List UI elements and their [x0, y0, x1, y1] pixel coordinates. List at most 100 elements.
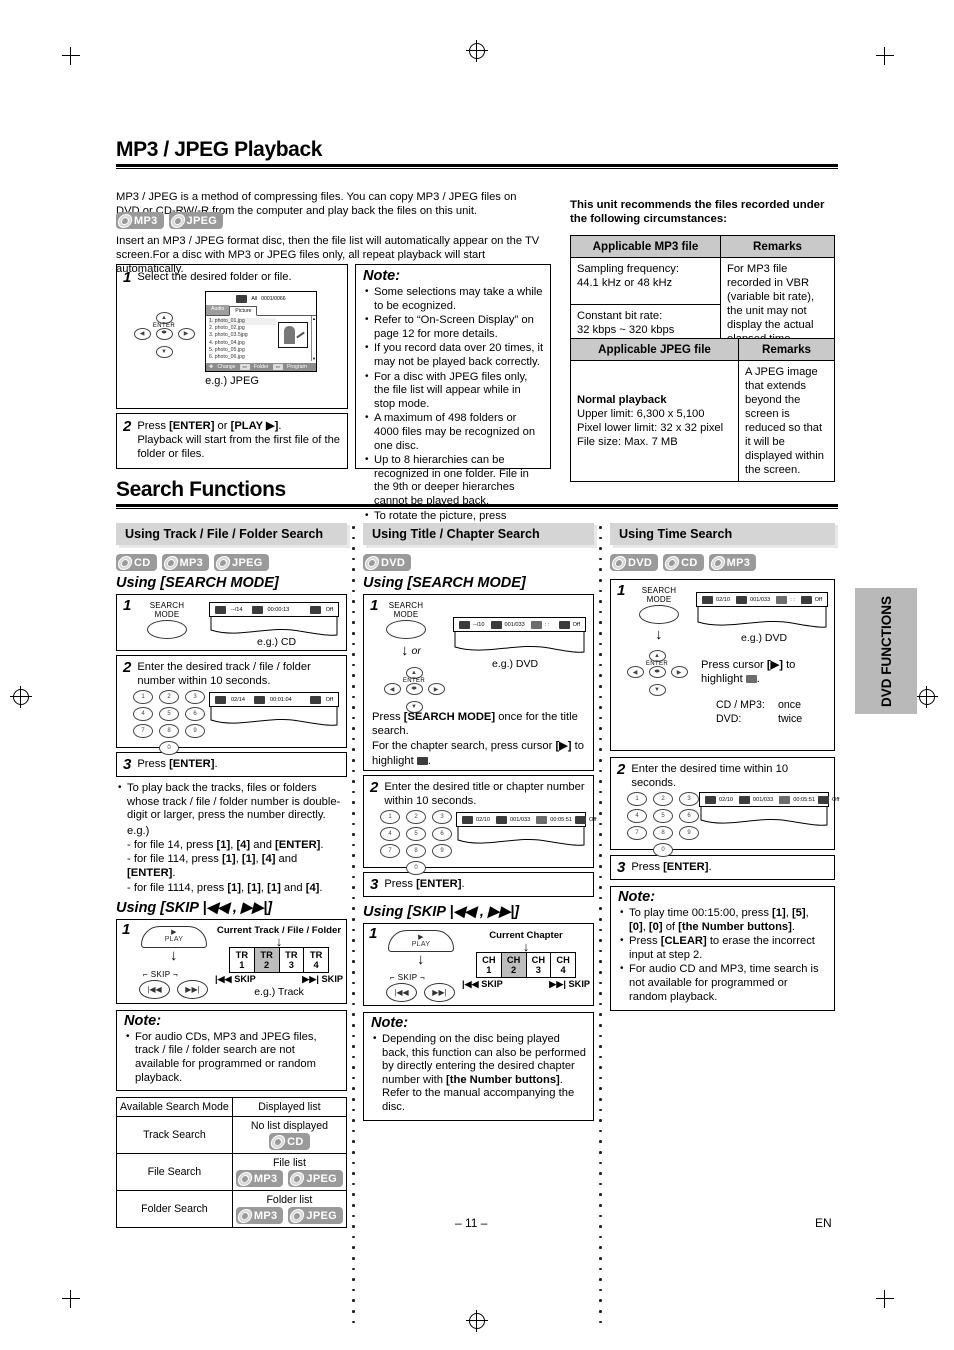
- tab-picture[interactable]: Picture: [229, 306, 258, 316]
- left-step2-box: 2 Enter the desired track / file / folde…: [116, 655, 347, 755]
- number-key-9[interactable]: 9: [185, 724, 205, 738]
- play-key-icon[interactable]: ▶ PLAY: [141, 925, 207, 948]
- tv-scrollbar[interactable]: ▲ ▼: [311, 316, 316, 362]
- or-label: or: [214, 420, 231, 432]
- mid-note-box: Note: Depending on the disc being played…: [363, 1012, 594, 1121]
- eg-line-file-1114: - for file 1114, press [1], [1], [1] and…: [127, 881, 323, 894]
- number-key-5[interactable]: 5: [653, 809, 673, 823]
- play-key-icon[interactable]: ▶ PLAY: [388, 930, 454, 952]
- step-text: Press [ENTER].: [631, 860, 711, 875]
- cursor-up-icon: ▲: [155, 311, 173, 324]
- disc-badge-jpeg: JPEG: [168, 212, 224, 229]
- play-button[interactable]: ▶ PLAY: [388, 930, 454, 952]
- number-key-1[interactable]: 1: [627, 792, 647, 806]
- subheading-using-skip: Using [SKIP |◀◀ , ▶▶|]: [116, 899, 273, 916]
- number-key-0[interactable]: 0: [406, 861, 426, 875]
- number-key-0[interactable]: 0: [653, 843, 673, 857]
- skip-right-label: ▶▶| SKIP: [549, 979, 590, 989]
- note-title: Note:: [124, 1012, 162, 1029]
- note-item: For a disc with JPEG files only, the fil…: [365, 370, 544, 412]
- number-key-8[interactable]: 8: [406, 844, 426, 858]
- cursor-left-icon[interactable]: ◀: [383, 683, 401, 695]
- press-label: Press cursor: [701, 659, 767, 671]
- chapter-bar: CH 1 CH 2 CH 3 CH 4: [476, 952, 576, 978]
- number-key-8[interactable]: 8: [653, 826, 673, 840]
- list-item[interactable]: 5. photo_05.jpg: [209, 347, 276, 354]
- badge-label: MP3: [253, 1172, 278, 1185]
- tab-audio[interactable]: Audio: [206, 305, 230, 315]
- number-key-2[interactable]: 2: [406, 810, 426, 824]
- osd-track: 02/14: [231, 696, 245, 703]
- list-item[interactable]: 4. photo_04.jpg: [209, 340, 276, 347]
- cursor-right-ref: [▶]: [555, 740, 572, 753]
- skip-forward-key-icon[interactable]: ▶▶|: [177, 979, 208, 999]
- spec-line: Pixel lower limit: 32 x 32 pixel: [577, 422, 724, 434]
- skip-back-key-icon[interactable]: |◀◀: [139, 979, 170, 999]
- list-item[interactable]: 2. photo_02.jpg: [209, 325, 276, 332]
- number-key-7[interactable]: 7: [380, 844, 400, 858]
- cursor-right-icon[interactable]: ▶: [670, 666, 688, 678]
- play-button[interactable]: ▶ PLAY: [141, 925, 207, 948]
- number-buttons-pad[interactable]: 1 2 3 4 5 6 7 8 9 0: [627, 792, 701, 857]
- number-key-7[interactable]: 7: [133, 724, 153, 738]
- cursor-left-icon[interactable]: ◀: [626, 666, 644, 678]
- list-item[interactable]: 6. photo_06.jpg: [209, 354, 276, 361]
- skip-back-key-icon[interactable]: |◀◀: [386, 983, 417, 1002]
- cursor-right-icon[interactable]: ▶: [427, 683, 445, 695]
- track-icon: [215, 695, 226, 704]
- number-key-6[interactable]: 6: [185, 707, 205, 721]
- number-key-9[interactable]: 9: [679, 826, 699, 840]
- badge-label: CD: [681, 556, 698, 569]
- scroll-up-icon[interactable]: ▲: [312, 316, 316, 321]
- osd-chapter: 001/033: [750, 596, 771, 603]
- step-text: Enter the desired track / file / folder …: [137, 661, 311, 688]
- step-number: 1: [370, 597, 379, 614]
- number-key-0[interactable]: 0: [159, 741, 179, 755]
- number-buttons-pad[interactable]: 1 2 3 4 5 6 7 8 9 0: [133, 690, 207, 755]
- step1-caption: e.g.) JPEG: [205, 375, 259, 388]
- enter-key-icon[interactable]: ⬬: [648, 666, 666, 678]
- number-key-5[interactable]: 5: [159, 707, 179, 721]
- number-key-9[interactable]: 9: [432, 844, 452, 858]
- number-key-3[interactable]: 3: [679, 792, 699, 806]
- osd-track: --/14: [231, 606, 243, 613]
- chapter-cell: CH 4: [556, 955, 570, 975]
- step-number: 1: [617, 582, 626, 599]
- number-key-3[interactable]: 3: [185, 690, 205, 704]
- number-key-2[interactable]: 2: [653, 792, 673, 806]
- cell-remarks-mp3: For MP3 file recorded in VBR (variable b…: [720, 257, 835, 351]
- number-key-7[interactable]: 7: [627, 826, 647, 840]
- cursor-down-icon[interactable]: ▼: [648, 684, 666, 696]
- number-key-4[interactable]: 4: [627, 809, 647, 823]
- osd-ribbon-tail: [697, 607, 827, 628]
- search-mode-key-icon[interactable]: [147, 620, 187, 639]
- number-key-5[interactable]: 5: [406, 827, 426, 841]
- scroll-down-icon[interactable]: ▼: [312, 356, 316, 361]
- skip-forward-key-icon[interactable]: ▶▶|: [424, 983, 455, 1002]
- search-mode-key-icon[interactable]: [639, 605, 679, 624]
- osd-bar: --/10 001/033 : : Off: [453, 617, 586, 632]
- jpeg-applicable-table: Applicable JPEG file Remarks Normal play…: [570, 338, 835, 482]
- number-buttons-pad[interactable]: 1 2 3 4 5 6 7 8 9 0: [380, 810, 454, 875]
- dvd-label: DVD:: [716, 713, 742, 725]
- number-key-8[interactable]: 8: [159, 724, 179, 738]
- enter-key-icon[interactable]: ⬬: [405, 683, 423, 695]
- number-key-2[interactable]: 2: [159, 690, 179, 704]
- cell-remarks-jpeg: A JPEG image that extends beyond the scr…: [738, 360, 835, 482]
- number-key-6[interactable]: 6: [679, 809, 699, 823]
- search-mode-key-icon[interactable]: [386, 620, 426, 639]
- disc-badge-mp3: MP3: [161, 554, 210, 571]
- number-key-4[interactable]: 4: [380, 827, 400, 841]
- list-item[interactable]: 3. photo_03.5jpg: [209, 332, 276, 339]
- step-number: 2: [123, 659, 132, 676]
- repeat-icon: [309, 605, 321, 614]
- list-text: No list displayed: [250, 1120, 328, 1133]
- badge-group: MP3 JPEG: [235, 1207, 344, 1225]
- number-key-4[interactable]: 4: [133, 707, 153, 721]
- number-key-6[interactable]: 6: [432, 827, 452, 841]
- list-item[interactable]: 1. photo_01.jpg: [209, 318, 276, 326]
- tv-file-list[interactable]: 1. photo_01.jpg 2. photo_02.jpg 3. photo…: [206, 316, 278, 361]
- number-key-1[interactable]: 1: [133, 690, 153, 704]
- number-key-3[interactable]: 3: [432, 810, 452, 824]
- number-key-1[interactable]: 1: [380, 810, 400, 824]
